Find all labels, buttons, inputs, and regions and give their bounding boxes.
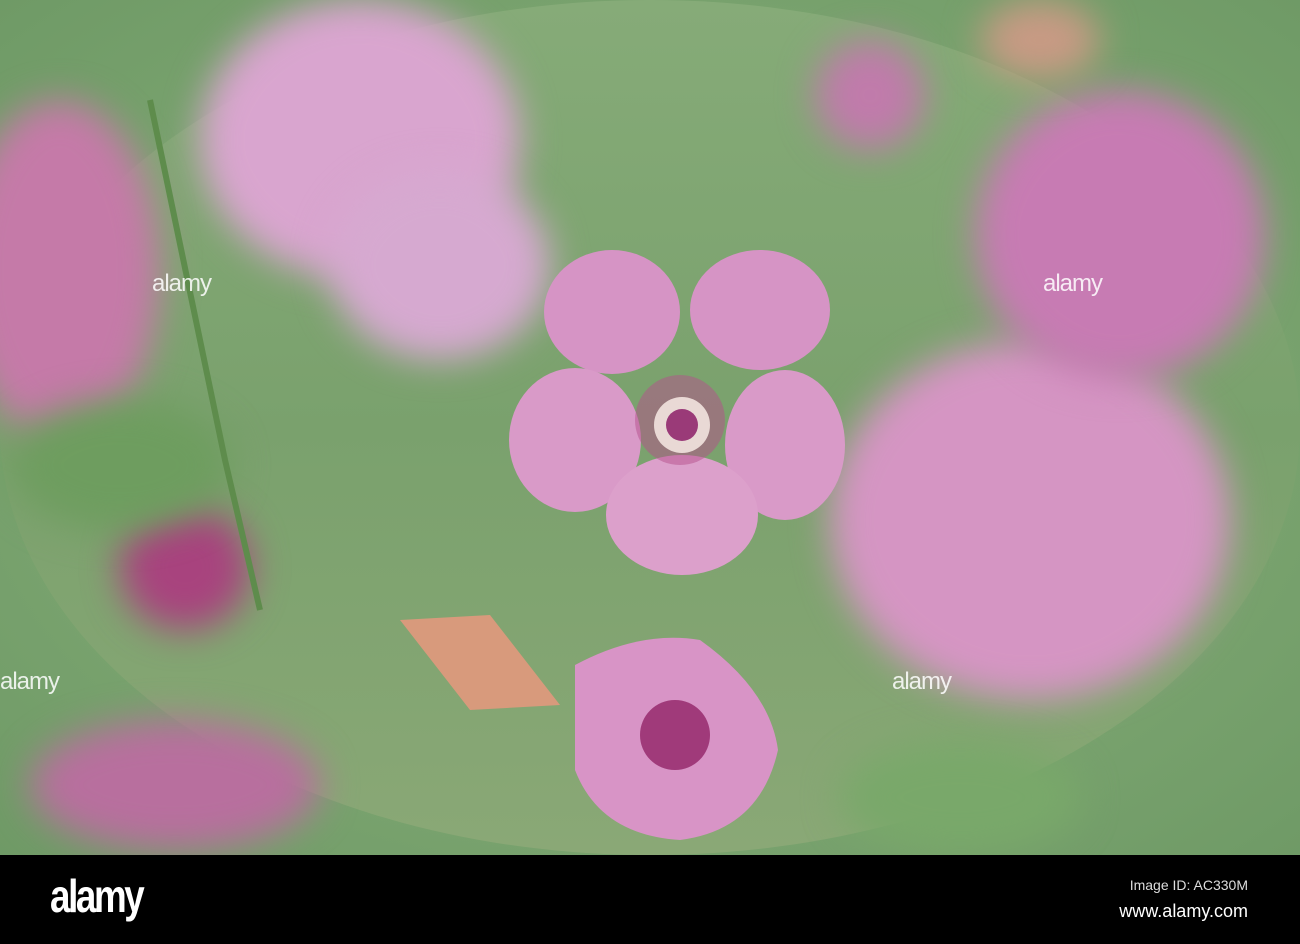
central-flower xyxy=(509,250,845,575)
website-link[interactable]: www.alamy.com xyxy=(1119,901,1248,922)
watermark: alamy xyxy=(1043,270,1103,297)
focus-flower xyxy=(147,99,845,840)
watermark: alamy xyxy=(892,668,952,695)
watermark: alamy xyxy=(152,270,212,297)
watermark: alamy xyxy=(0,668,60,695)
flower-photo: alamy alamy alamy alamy xyxy=(0,0,1300,855)
footer-bar: alamy Image ID: AC330M www.alamy.com xyxy=(0,855,1300,944)
image-id: Image ID: AC330M xyxy=(1129,877,1248,893)
alamy-logo: alamy xyxy=(50,870,145,922)
bud xyxy=(400,615,560,710)
lower-flower xyxy=(575,637,778,840)
